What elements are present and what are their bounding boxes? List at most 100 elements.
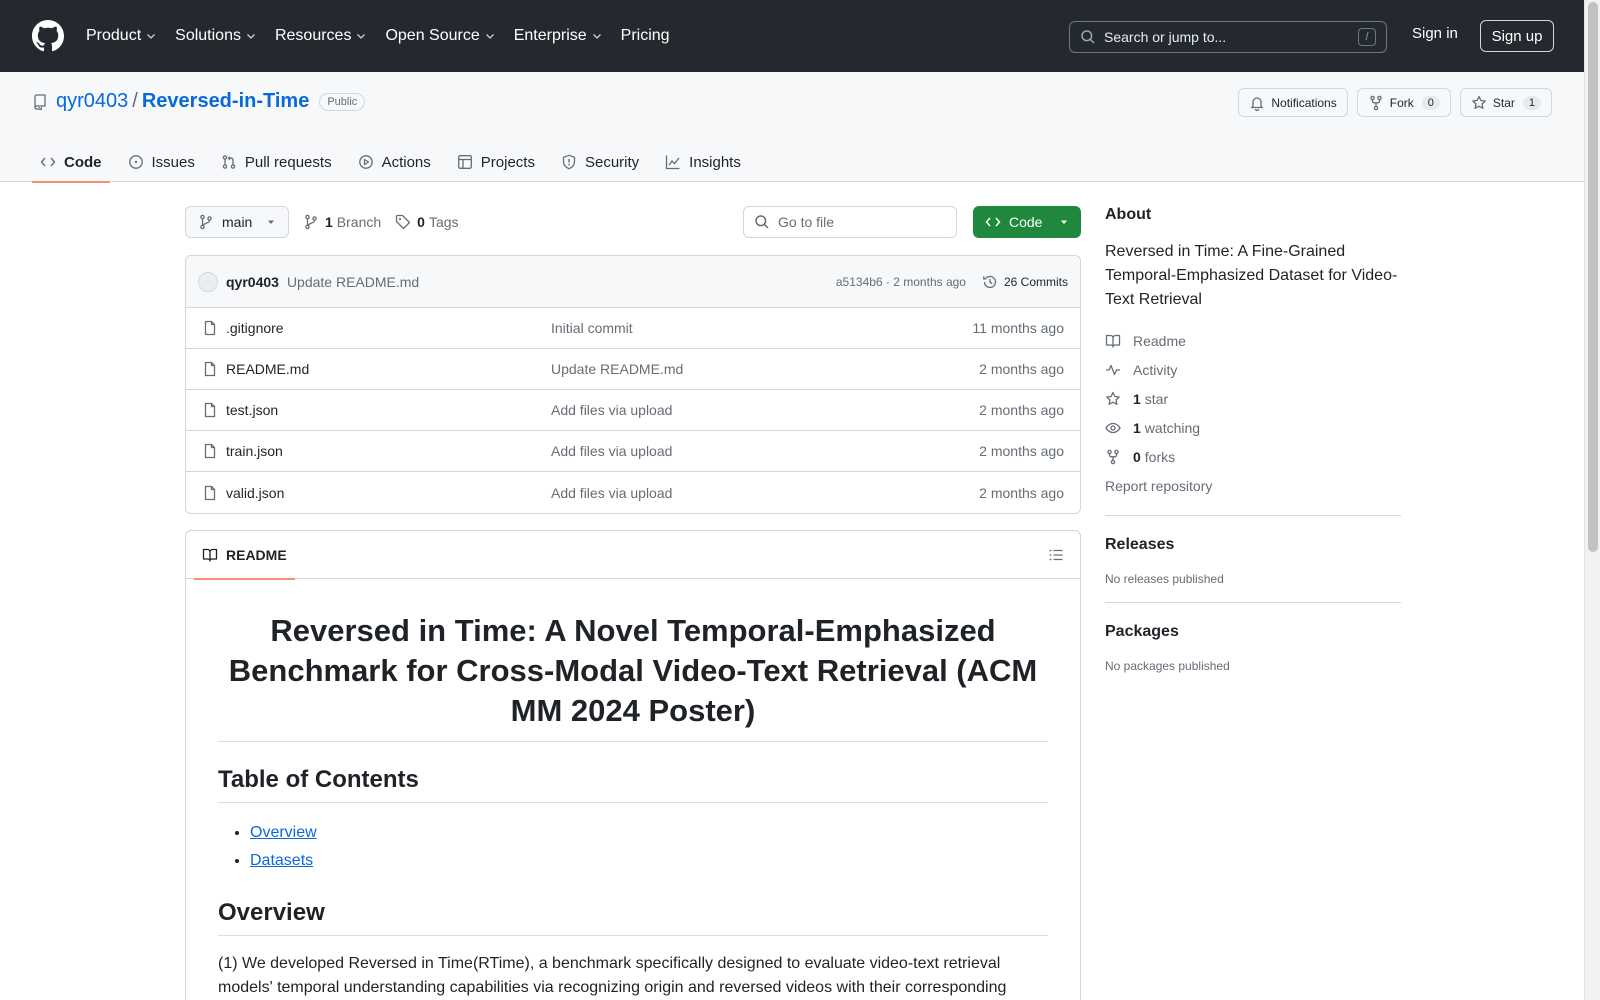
tab-pull-requests[interactable]: Pull requests [213, 142, 340, 182]
file-commit-message[interactable]: Initial commit [551, 320, 972, 336]
file-icon [204, 402, 216, 418]
search-icon [755, 215, 769, 229]
readme-tab-label: README [226, 546, 287, 563]
star-button[interactable]: Star 1 [1459, 88, 1552, 117]
fork-count: 0 [1421, 95, 1440, 110]
stars-label: star [1144, 390, 1169, 407]
file-name-link[interactable]: README.md [226, 361, 551, 377]
nav-solutions[interactable]: Solutions [175, 27, 257, 45]
tag-icon [396, 214, 411, 230]
file-name-link[interactable]: train.json [226, 443, 551, 459]
go-to-file-input[interactable]: Go to file [743, 206, 957, 238]
toc-list: Overview Datasets [218, 819, 1048, 875]
commit-author-link[interactable]: qyr0403 [226, 274, 279, 290]
file-commit-date: 2 months ago [979, 402, 1064, 418]
activity-link[interactable]: Activity [1105, 355, 1401, 384]
issue-opened-icon [128, 155, 143, 169]
triangle-down-icon [268, 220, 274, 224]
commit-message-link[interactable]: Update README.md [287, 274, 419, 290]
readme-panel: README Reversed in Time: A Novel Tempora… [185, 530, 1081, 1000]
file-commit-message[interactable]: Add files via upload [551, 443, 979, 459]
scrollbar-thumb[interactable] [1588, 2, 1598, 552]
nav-pricing[interactable]: Pricing [621, 27, 670, 45]
latest-commit-bar: qyr0403 Update README.md a5134b6 · 2 mon… [186, 256, 1080, 308]
nav-resources[interactable]: Resources [275, 27, 367, 45]
tab-issues[interactable]: Issues [120, 142, 203, 182]
tab-insights[interactable]: Insights [657, 142, 749, 182]
toc-link-datasets[interactable]: Datasets [250, 852, 313, 869]
notifications-button[interactable]: Notifications [1238, 88, 1348, 117]
file-name-link[interactable]: test.json [226, 402, 551, 418]
chevron-down-icon [247, 34, 255, 39]
nav-product[interactable]: Product [86, 27, 157, 45]
sign-in-link[interactable]: Sign in [1412, 25, 1458, 42]
file-commit-message[interactable]: Add files via upload [551, 402, 979, 418]
table-row[interactable]: README.md Update README.md 2 months ago [186, 349, 1080, 390]
search-placeholder: Search or jump to... [1104, 29, 1227, 45]
nav-label: Solutions [175, 27, 241, 44]
repo-sidebar: About Reversed in Time: A Fine-Grained T… [1105, 206, 1401, 673]
fork-icon [1107, 449, 1119, 464]
tags-link[interactable]: 0 Tags [395, 214, 459, 230]
file-commit-date: 2 months ago [979, 361, 1064, 377]
stars-count: 1 [1133, 390, 1141, 407]
file-commit-date: 11 months ago [972, 320, 1064, 336]
table-row[interactable]: test.json Add files via upload 2 months … [186, 390, 1080, 431]
code-download-button[interactable]: Code [973, 206, 1081, 238]
nav-enterprise[interactable]: Enterprise [514, 27, 603, 45]
github-logo-icon[interactable] [32, 20, 64, 52]
page-scrollbar[interactable] [1584, 0, 1600, 1000]
graph-icon [666, 155, 680, 170]
watchers-link[interactable]: 1 watching [1105, 413, 1401, 442]
bell-icon [1250, 96, 1264, 111]
packages-section: Packages No packages published [1105, 602, 1401, 673]
star-icon [1472, 95, 1486, 109]
file-commit-date: 2 months ago [979, 484, 1064, 501]
tab-projects[interactable]: Projects [449, 142, 543, 182]
commits-history-link[interactable]: 26 Commits [982, 274, 1068, 290]
table-row[interactable]: train.json Add files via upload 2 months… [186, 431, 1080, 472]
releases-heading[interactable]: Releases [1105, 536, 1401, 554]
toc-link-overview[interactable]: Overview [250, 824, 317, 841]
file-commit-message[interactable]: Update README.md [551, 361, 979, 377]
repo-icon [34, 93, 46, 110]
stars-link[interactable]: 1 star [1105, 384, 1401, 413]
readme-tab[interactable]: README [194, 531, 295, 580]
file-name-link[interactable]: valid.json [226, 485, 551, 501]
nav-label: Enterprise [513, 27, 587, 44]
packages-heading[interactable]: Packages [1105, 623, 1401, 641]
releases-section: Releases No releases published [1105, 515, 1401, 586]
nav-open-source[interactable]: Open Source [385, 27, 495, 45]
commit-hash-time[interactable]: a5134b6 · 2 months ago [836, 275, 966, 289]
file-commit-message[interactable]: Add files via upload [551, 485, 979, 501]
readme-link-label: Readme [1133, 332, 1186, 349]
slash-shortcut-key: / [1358, 28, 1376, 46]
table-row[interactable]: .gitignore Initial commit 11 months ago [186, 308, 1080, 349]
branches-link[interactable]: 1 Branch [303, 214, 381, 230]
notifications-label: Notifications [1271, 95, 1337, 110]
tab-label: Security [584, 153, 640, 171]
repo-owner-link[interactable]: qyr0403 [56, 90, 128, 113]
chevron-down-icon [147, 34, 156, 39]
fork-button[interactable]: Fork 0 [1356, 88, 1451, 117]
file-icon [204, 320, 216, 336]
branch-select-button[interactable]: main [185, 206, 289, 238]
tab-actions[interactable]: Actions [350, 142, 439, 182]
file-name-link[interactable]: .gitignore [226, 320, 551, 336]
list-unordered-icon[interactable] [1048, 547, 1064, 563]
readme-content: Reversed in Time: A Novel Temporal-Empha… [186, 579, 1080, 1000]
sign-up-button[interactable]: Sign up [1480, 20, 1554, 52]
tab-security[interactable]: Security [553, 142, 647, 182]
tab-code[interactable]: Code [32, 142, 110, 183]
global-search-input[interactable]: Search or jump to... / [1069, 21, 1387, 53]
table-row[interactable]: valid.json Add files via upload 2 months… [186, 472, 1080, 513]
report-repository-link[interactable]: Report repository [1105, 473, 1401, 499]
readme-link[interactable]: Readme [1105, 326, 1401, 355]
forks-link[interactable]: 0 forks [1105, 442, 1401, 471]
about-heading: About [1105, 206, 1152, 223]
avatar[interactable] [198, 271, 218, 292]
releases-empty-text: No releases published [1105, 572, 1224, 586]
packages-empty-text: No packages published [1105, 659, 1230, 673]
go-to-file-placeholder: Go to file [778, 214, 835, 230]
repo-name-link[interactable]: Reversed-in-Time [142, 90, 309, 113]
